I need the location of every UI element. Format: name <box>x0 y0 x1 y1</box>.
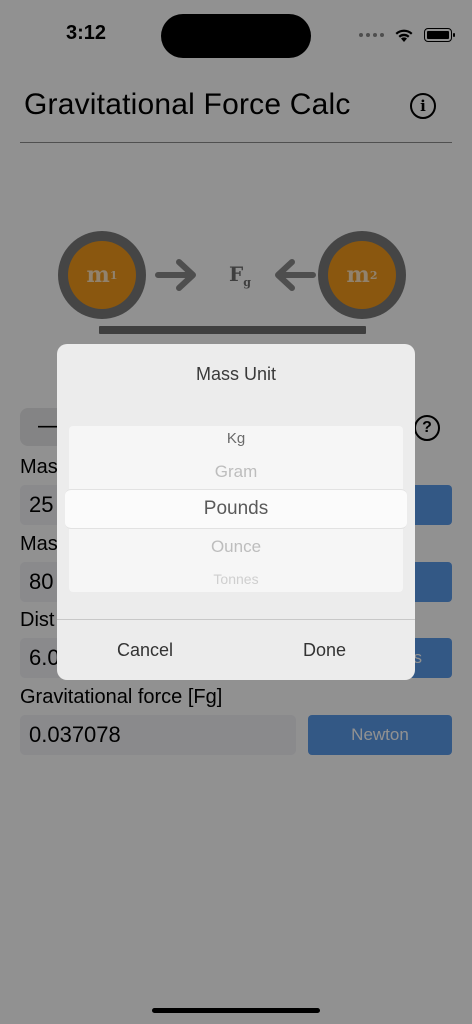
mass-unit-dialog: Mass Unit Kg Gram Pounds Ounce Tonnes Ca… <box>57 344 415 680</box>
dialog-divider <box>57 619 415 620</box>
picker-option-selected[interactable]: Pounds <box>69 498 403 520</box>
picker-option[interactable]: Gram <box>69 462 403 482</box>
cancel-button[interactable]: Cancel <box>117 640 173 661</box>
done-button[interactable]: Done <box>303 640 346 661</box>
picker-option[interactable]: Ounce <box>69 537 403 557</box>
home-indicator[interactable] <box>152 1008 320 1013</box>
picker-option[interactable]: Kg <box>69 430 403 447</box>
picker-option[interactable]: Tonnes <box>69 571 403 587</box>
unit-picker[interactable]: Kg Gram Pounds Ounce Tonnes <box>65 426 407 592</box>
dialog-title: Mass Unit <box>195 364 276 384</box>
